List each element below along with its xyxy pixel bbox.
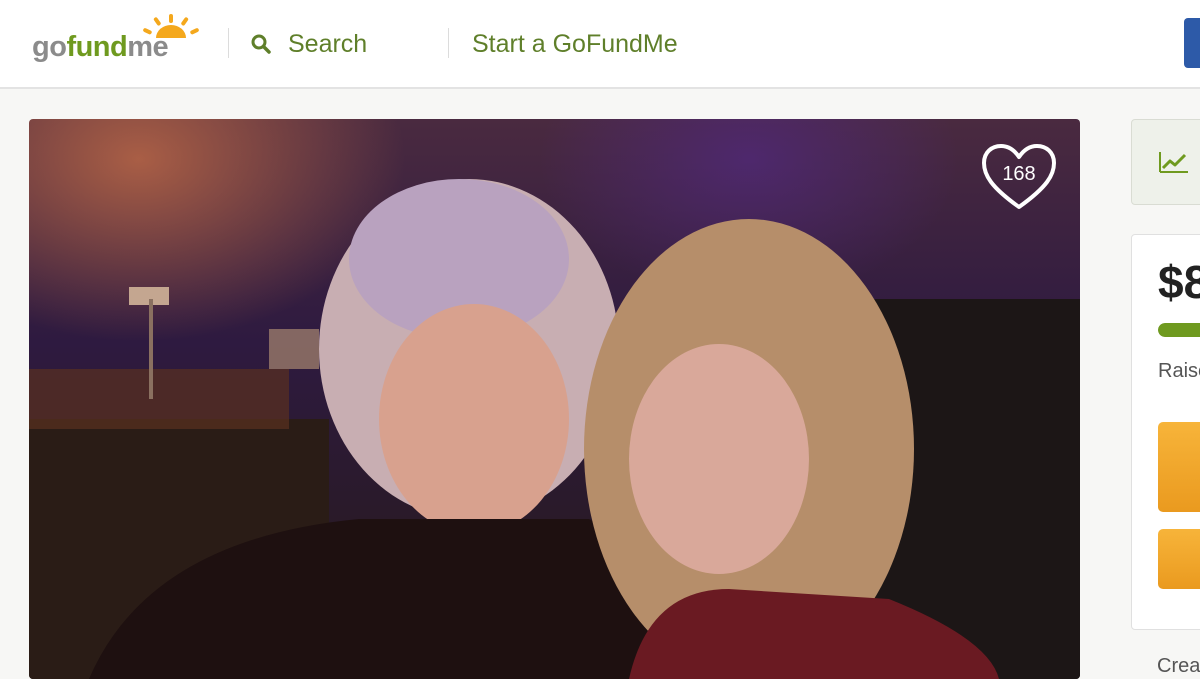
donation-summary-card: $8 Raise [1131,234,1200,630]
progress-fill [1158,323,1200,337]
likes-count: 168 [1002,163,1036,185]
likes-badge[interactable]: 168 [981,143,1057,211]
created-label: Crea [1157,655,1200,677]
start-gofundme-link[interactable]: Start a GoFundMe [472,26,678,62]
trending-chart-icon [1159,152,1188,173]
header-action-button[interactable] [1184,18,1200,68]
amount-raised: $8 [1158,256,1200,308]
campaign-photo: 168 [29,119,1080,679]
search-label: Search [288,29,368,58]
share-button[interactable] [1158,422,1200,512]
nav-divider [448,28,449,58]
campaign-photo-scene [29,179,1080,679]
donate-button[interactable] [1158,529,1200,589]
raised-label: Raise [1158,360,1200,382]
search-icon [251,34,271,54]
progress-bar [1158,323,1200,337]
top-nav-bar: gofundme Search Start a GoFundMe [0,0,1200,89]
nav-divider [228,28,229,58]
search-button[interactable]: Search [250,26,367,62]
logo-wordmark: gofundme [32,31,169,63]
gofundme-logo[interactable]: gofundme [32,14,202,70]
trending-button[interactable] [1131,119,1200,205]
